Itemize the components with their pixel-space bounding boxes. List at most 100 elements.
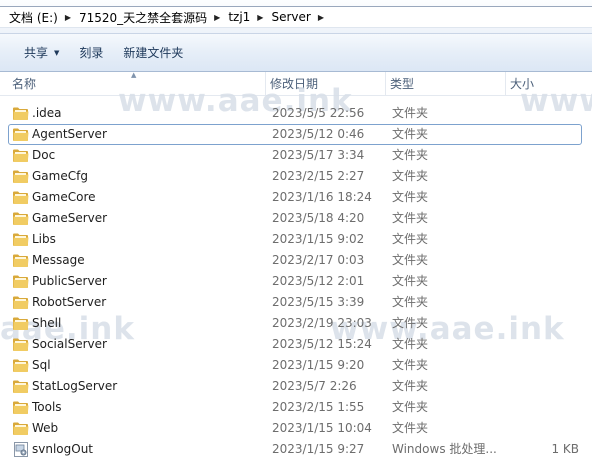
file-name: GameCfg <box>32 169 88 183</box>
file-type: 文件夹 <box>392 232 429 246</box>
file-type: 文件夹 <box>392 253 429 267</box>
column-date[interactable]: 修改日期 <box>266 72 386 96</box>
file-size <box>549 209 579 228</box>
file-name: Tools <box>32 400 62 414</box>
file-row[interactable]: Message 2023/2/17 0:03 文件夹 <box>8 250 582 271</box>
file-size <box>549 167 579 186</box>
breadcrumb-item-label: tzj1 <box>228 10 251 24</box>
file-name: Shell <box>32 316 62 330</box>
file-row[interactable]: Tools 2023/2/15 1:55 文件夹 <box>8 397 582 418</box>
folder-icon <box>12 106 30 121</box>
file-type: 文件夹 <box>392 148 429 162</box>
file-type: 文件夹 <box>392 379 429 393</box>
file-date: 2023/1/15 9:02 <box>272 232 365 246</box>
chevron-right-icon[interactable]: ▶ <box>210 13 225 22</box>
file-name: PublicServer <box>32 274 107 288</box>
folder-icon <box>12 211 30 226</box>
file-row[interactable]: .idea 2023/5/5 22:56 文件夹 <box>8 103 582 124</box>
file-name: .idea <box>32 106 62 120</box>
breadcrumb-item-label: 71520_天之禁全套源码 <box>78 10 208 25</box>
file-name: RobotServer <box>32 295 107 309</box>
command-toolbar: 共享 ▼ 刻录 新建文件夹 <box>0 34 592 72</box>
chevron-right-icon[interactable]: ▶ <box>314 13 329 22</box>
share-button-label: 共享 <box>24 46 49 60</box>
file-type: 文件夹 <box>392 337 429 351</box>
file-row[interactable]: RobotServer 2023/5/15 3:39 文件夹 <box>8 292 582 313</box>
file-date: 2023/5/12 0:46 <box>272 127 365 141</box>
folder-icon <box>12 337 30 352</box>
file-type: 文件夹 <box>392 295 429 309</box>
file-size <box>549 335 579 354</box>
breadcrumb-item[interactable]: tzj1 ▶ <box>225 7 268 27</box>
file-row[interactable]: StatLogServer 2023/5/7 2:26 文件夹 <box>8 376 582 397</box>
file-name: Doc <box>32 148 56 162</box>
burn-button[interactable]: 刻录 <box>69 40 113 66</box>
file-row[interactable]: Doc 2023/5/17 3:34 文件夹 <box>8 145 582 166</box>
file-row[interactable]: GameCfg 2023/2/15 2:27 文件夹 <box>8 166 582 187</box>
file-name: GameServer <box>32 211 108 225</box>
file-type: 文件夹 <box>392 274 429 288</box>
chevron-down-icon: ▼ <box>54 48 60 57</box>
file-date: 2023/5/5 22:56 <box>272 106 365 120</box>
file-name: SocialServer <box>32 337 107 351</box>
file-size <box>549 230 579 249</box>
file-row[interactable]: Sql 2023/1/15 9:20 文件夹 <box>8 355 582 376</box>
file-date: 2023/1/15 9:20 <box>272 358 365 372</box>
file-row[interactable]: Web 2023/1/15 10:04 文件夹 <box>8 418 582 439</box>
file-type: 文件夹 <box>392 127 429 141</box>
file-size <box>549 356 579 375</box>
file-type: 文件夹 <box>392 421 429 435</box>
folder-icon <box>12 169 30 184</box>
file-type: 文件夹 <box>392 358 429 372</box>
column-size[interactable]: 大小 <box>506 72 592 96</box>
file-size <box>549 146 579 165</box>
folder-icon <box>12 274 30 289</box>
file-size <box>549 419 579 438</box>
breadcrumb[interactable]: 文档 (E:) ▶ 71520_天之禁全套源码 ▶ tzj1 ▶ Server ▶ <box>0 6 592 28</box>
file-size <box>549 314 579 333</box>
folder-icon <box>12 379 30 394</box>
breadcrumb-item[interactable]: 文档 (E:) ▶ <box>6 7 76 27</box>
column-header: ▲ 名称 修改日期 类型 大小 <box>0 71 592 96</box>
breadcrumb-item[interactable]: 71520_天之禁全套源码 ▶ <box>76 7 225 27</box>
file-date: 2023/5/15 3:39 <box>272 295 365 309</box>
file-size <box>549 104 579 123</box>
breadcrumb-item-label: 文档 (E:) <box>9 10 58 25</box>
file-date: 2023/5/12 2:01 <box>272 274 365 288</box>
folder-icon <box>12 421 30 436</box>
chevron-right-icon[interactable]: ▶ <box>61 13 76 22</box>
file-type: Windows 批处理... <box>392 442 497 456</box>
file-date: 2023/1/16 18:24 <box>272 190 372 204</box>
file-date: 2023/2/15 1:55 <box>272 400 365 414</box>
file-type: 文件夹 <box>392 400 429 414</box>
file-size <box>549 125 579 144</box>
file-name: GameCore <box>32 190 96 204</box>
file-size <box>549 398 579 417</box>
share-button[interactable]: 共享 ▼ <box>14 40 69 66</box>
new-folder-button[interactable]: 新建文件夹 <box>113 40 193 66</box>
file-date: 2023/5/17 3:34 <box>272 148 365 162</box>
new-folder-button-label: 新建文件夹 <box>123 46 184 60</box>
file-row[interactable]: AgentServer 2023/5/12 0:46 文件夹 <box>8 124 582 145</box>
chevron-right-icon[interactable]: ▶ <box>253 13 268 22</box>
file-type: 文件夹 <box>392 190 429 204</box>
file-name: StatLogServer <box>32 379 118 393</box>
file-row[interactable]: Shell 2023/2/19 23:03 文件夹 <box>8 313 582 334</box>
file-row[interactable]: Libs 2023/1/15 9:02 文件夹 <box>8 229 582 250</box>
column-type[interactable]: 类型 <box>386 72 506 96</box>
file-name: AgentServer <box>32 127 107 141</box>
file-date: 2023/2/15 2:27 <box>272 169 365 183</box>
file-row[interactable]: SocialServer 2023/5/12 15:24 文件夹 <box>8 334 582 355</box>
file-date: 2023/2/19 23:03 <box>272 316 372 330</box>
file-size: 1 KB <box>551 442 579 456</box>
file-row[interactable]: GameServer 2023/5/18 4:20 文件夹 <box>8 208 582 229</box>
file-row[interactable]: svnlogOut 2023/1/15 9:27 Windows 批处理... 1 K… <box>8 439 582 460</box>
file-date: 2023/2/17 0:03 <box>272 253 365 267</box>
file-row[interactable]: GameCore 2023/1/16 18:24 文件夹 <box>8 187 582 208</box>
breadcrumb-item[interactable]: Server ▶ <box>268 7 329 27</box>
folder-icon <box>12 232 30 247</box>
file-row[interactable]: PublicServer 2023/5/12 2:01 文件夹 <box>8 271 582 292</box>
file-size <box>549 251 579 270</box>
column-name[interactable]: 名称 <box>8 72 266 96</box>
burn-button-label: 刻录 <box>79 46 104 60</box>
